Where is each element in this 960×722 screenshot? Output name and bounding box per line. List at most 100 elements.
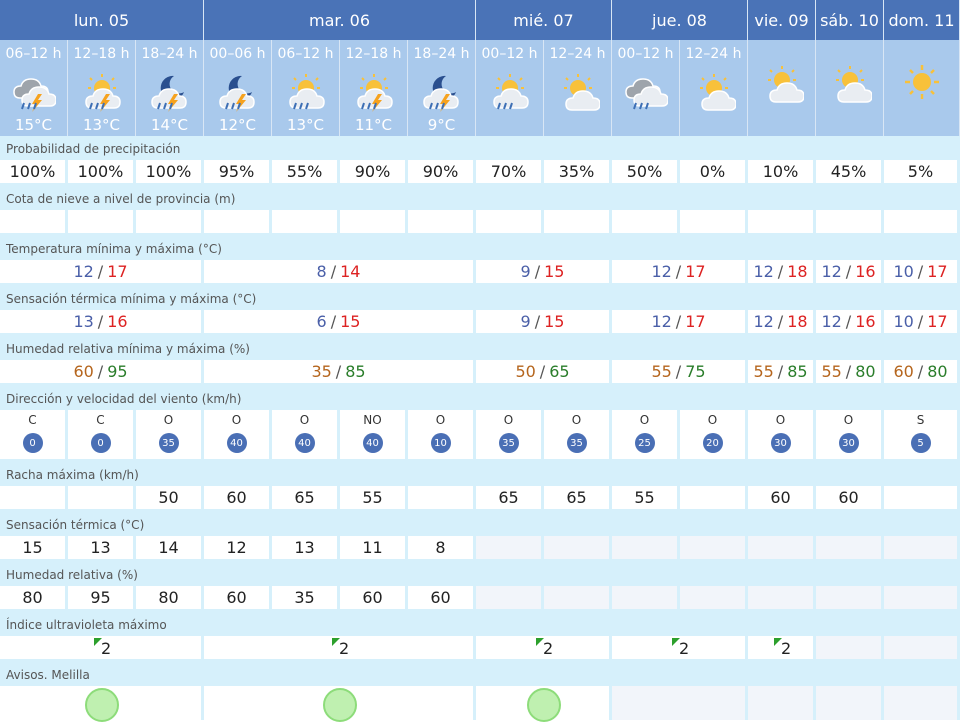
alert-green-icon[interactable]	[85, 688, 119, 722]
wind-direction: C	[28, 413, 37, 427]
gust-cell: 60	[816, 486, 884, 509]
wind-cell: C0	[0, 410, 68, 459]
feels-min: 13	[73, 312, 94, 331]
feels-max: 15	[340, 312, 361, 331]
period-temp: 13°C	[286, 116, 325, 134]
period-label: 00–12 h	[481, 46, 538, 62]
period-header: 06–12 h 13°C	[272, 40, 340, 136]
alert-green-icon[interactable]	[527, 688, 561, 722]
wind-label-row: Dirección y velocidad del viento (km/h)	[0, 386, 960, 410]
humidity-min: 55	[753, 362, 774, 381]
period-label: 06–12 h	[277, 46, 334, 62]
feels-cell: 10/17	[884, 310, 960, 333]
snow-cell	[408, 210, 476, 233]
sun-cloud-rain-icon	[488, 70, 532, 110]
uv-value: 2	[101, 639, 112, 658]
cloud-rain-icon	[624, 70, 669, 110]
day-header: dom. 11	[884, 0, 960, 40]
alerts-cell	[884, 686, 960, 720]
separator: /	[534, 312, 541, 331]
wind-label: Dirección y velocidad del viento (km/h)	[6, 392, 242, 406]
separator: /	[539, 362, 546, 381]
humidity-max: 65	[549, 362, 570, 381]
snow-cell	[476, 210, 544, 233]
feels-temp-label-row: Sensación térmica (°C)	[0, 512, 960, 536]
snow-cell	[272, 210, 340, 233]
snow-cell	[748, 210, 816, 233]
precip-cell: 5%	[884, 160, 960, 183]
wind-cell: O 20	[680, 410, 748, 459]
precip-cell: 100%	[136, 160, 204, 183]
feels-label: Sensación térmica mínima y máxima (°C)	[6, 292, 257, 306]
precip-cell: 100%	[0, 160, 68, 183]
temp-min: 12	[73, 262, 94, 281]
precip-label: Probabilidad de precipitación	[6, 142, 181, 156]
period-label: 12–18 h	[73, 46, 130, 62]
humidity-cell: 50/65	[476, 360, 612, 383]
day-header: jue. 08	[612, 0, 748, 40]
wind-speed-badge: 0	[90, 433, 111, 453]
period-temp: 9°C	[427, 116, 456, 134]
gust-cell: 65	[272, 486, 340, 509]
snow-cell	[612, 210, 680, 233]
period-label: 12–24 h	[549, 46, 606, 62]
sun-storm-rain-icon	[80, 70, 124, 112]
separator: /	[97, 262, 104, 281]
period-temp: 15°C	[14, 116, 53, 134]
separator: /	[330, 312, 337, 331]
uv-value: 2	[339, 639, 350, 658]
forecast-table: lun. 05 mar. 06 mié. 07 jue. 08 vie. 09 sáb. …	[0, 0, 960, 722]
wind-speed-badge: 40	[294, 433, 315, 453]
period-header: 00–12 h	[612, 40, 680, 136]
separator: /	[97, 312, 104, 331]
gust-label: Racha máxima (km/h)	[6, 468, 139, 482]
precip-cell: 100%	[68, 160, 136, 183]
period-temp: 13°C	[82, 116, 121, 134]
humidity-min: 55	[821, 362, 842, 381]
temp-min: 10	[893, 262, 914, 281]
humidity-cell: 55/75	[612, 360, 748, 383]
period-label: 00–12 h	[617, 46, 674, 62]
precip-cell: 70%	[476, 160, 544, 183]
snow-cell	[340, 210, 408, 233]
alert-green-icon[interactable]	[323, 688, 357, 722]
wind-speed-badge: 20	[702, 433, 723, 453]
separator: /	[330, 262, 337, 281]
feels-cell: 9/15	[476, 310, 612, 333]
wind-cell: O 25	[612, 410, 680, 459]
feels-cell: 12/18	[748, 310, 816, 333]
night-storm-rain-icon	[216, 70, 260, 112]
rel-hum-cell	[884, 586, 960, 609]
period-temp: 11°C	[354, 116, 393, 134]
separator: /	[845, 262, 852, 281]
wind-direction: O	[163, 413, 174, 427]
humidity-cell: 60/95	[0, 360, 204, 383]
feels-temp-cell: 15	[0, 536, 68, 559]
gust-cell	[0, 486, 68, 509]
precip-cell: 90%	[340, 160, 408, 183]
precip-label-row: Probabilidad de precipitación	[0, 136, 960, 160]
humidity-min: 35	[311, 362, 332, 381]
alerts-cell	[816, 686, 884, 720]
humidity-cell: 35/85	[204, 360, 476, 383]
sun-cloud-icon	[556, 70, 601, 111]
feels-max: 15	[544, 312, 565, 331]
separator: /	[675, 312, 682, 331]
rel-hum-cell	[476, 586, 544, 609]
feels-min: 12	[821, 312, 842, 331]
humidity-label: Humedad relativa mínima y máxima (%)	[6, 342, 250, 356]
temp-cell: 12/16	[816, 260, 884, 283]
feels-temp-cell	[884, 536, 960, 559]
wind-cell: O 40	[204, 410, 272, 459]
period-header	[884, 40, 960, 136]
gust-cell	[884, 486, 960, 509]
rel-hum-cell: 60	[408, 586, 476, 609]
temp-min: 12	[753, 262, 774, 281]
humidity-min: 50	[515, 362, 536, 381]
period-header: 18–24 h 14°C	[136, 40, 204, 136]
snow-cell	[544, 210, 612, 233]
period-header: 00–06 h 12°C	[204, 40, 272, 136]
rel-hum-cell: 80	[136, 586, 204, 609]
rel-hum-cell: 60	[204, 586, 272, 609]
feels-min: 9	[520, 312, 531, 331]
